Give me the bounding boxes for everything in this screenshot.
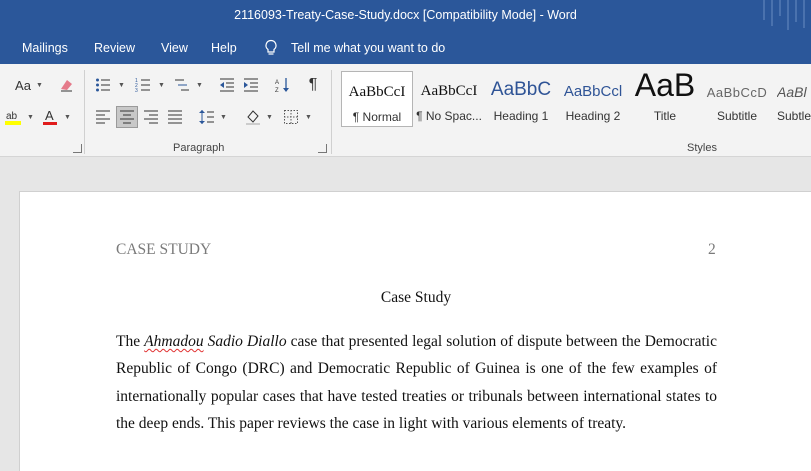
style-name: ¶ No Spac... <box>416 109 482 123</box>
borders-icon[interactable] <box>280 106 302 128</box>
paragraph-lead: The <box>116 333 145 350</box>
style-name: ¶ Normal <box>352 110 402 124</box>
justify-icon[interactable] <box>164 106 186 128</box>
style-subtle-emphasis[interactable]: AaBl Subtle <box>773 71 811 127</box>
style-preview: AaBbC <box>490 79 552 100</box>
style-subtitle[interactable]: AaBbCcD Subtitle <box>701 71 773 127</box>
style-preview: AaBbCcI <box>348 84 406 100</box>
chevron-down-icon[interactable]: ▼ <box>64 114 71 121</box>
svg-text:ab: ab <box>6 111 18 122</box>
style-preview: AaB <box>634 67 696 103</box>
highlight-color-icon[interactable]: ab <box>2 106 24 128</box>
svg-text:3: 3 <box>135 88 138 93</box>
chevron-down-icon[interactable]: ▼ <box>118 82 125 89</box>
tab-help[interactable]: Help <box>211 41 237 55</box>
show-formatting-marks-icon[interactable]: ¶ <box>302 74 324 96</box>
style-preview: AaBbCcI <box>420 83 478 99</box>
page-number: 2 <box>708 241 716 258</box>
font-color-icon[interactable]: A <box>39 106 61 128</box>
styles-group-label: Styles <box>687 142 717 154</box>
document-title[interactable]: Case Study <box>116 289 716 307</box>
chevron-down-icon[interactable]: ▼ <box>305 114 312 121</box>
italic-name: Sadio Diallo <box>203 333 287 350</box>
tab-review[interactable]: Review <box>94 41 135 55</box>
decrease-indent-icon[interactable] <box>216 74 238 96</box>
chevron-down-icon[interactable]: ▼ <box>158 82 165 89</box>
style-name: Heading 2 <box>565 109 621 123</box>
font-dialog-launcher-icon[interactable] <box>73 144 82 153</box>
align-right-icon[interactable] <box>140 106 162 128</box>
shading-icon[interactable] <box>242 106 264 128</box>
paragraph-group-label: Paragraph <box>173 142 225 154</box>
style-preview: AaBbCcD <box>706 85 768 100</box>
svg-text:A: A <box>45 108 54 123</box>
align-center-icon[interactable] <box>116 106 138 128</box>
page-header: CASE STUDY <box>116 241 212 258</box>
line-spacing-icon[interactable] <box>196 106 218 128</box>
style-heading-1[interactable]: AaBbC Heading 1 <box>485 71 557 127</box>
chevron-down-icon[interactable]: ▼ <box>36 82 43 89</box>
paragraph-dialog-launcher-icon[interactable] <box>318 144 327 153</box>
style-preview: AaBbCcl <box>563 83 623 100</box>
change-case-button[interactable]: Aa <box>10 74 36 96</box>
style-preview: AaBl <box>777 84 807 100</box>
window-title: 2116093-Treaty-Case-Study.docx [Compatib… <box>234 8 577 22</box>
style-name: Title <box>653 109 677 123</box>
chevron-down-icon[interactable]: ▼ <box>196 82 203 89</box>
spelling-flagged-word: Ahmadou <box>144 333 204 350</box>
style-name: Heading 1 <box>493 109 549 123</box>
document-area[interactable]: CASE STUDY 2 Case Study The Ahmadou Sadi… <box>0 158 811 471</box>
align-left-icon[interactable] <box>92 106 114 128</box>
group-separator <box>331 70 332 154</box>
tab-view[interactable]: View <box>161 41 188 55</box>
svg-text:A: A <box>275 80 279 86</box>
svg-text:Z: Z <box>275 88 279 93</box>
style-no-spacing[interactable]: AaBbCcI ¶ No Spac... <box>413 71 485 127</box>
decorative-pattern-icon <box>763 0 805 30</box>
body-paragraph[interactable]: The Ahmadou Sadio Diallo case that prese… <box>116 328 717 437</box>
bullets-icon[interactable] <box>92 74 114 96</box>
chevron-down-icon[interactable]: ▼ <box>266 114 273 121</box>
chevron-down-icon[interactable]: ▼ <box>27 114 34 121</box>
chevron-down-icon[interactable]: ▼ <box>220 114 227 121</box>
group-separator <box>84 70 85 154</box>
ribbon-tab-bar: Mailings Review View Help Tell me what y… <box>0 33 811 64</box>
tab-mailings[interactable]: Mailings <box>22 41 68 55</box>
increase-indent-icon[interactable] <box>240 74 262 96</box>
style-name: Subtle <box>777 109 811 123</box>
numbering-icon[interactable]: 123 <box>132 74 154 96</box>
sort-icon[interactable]: AZ <box>272 74 294 96</box>
ribbon: Aa ▼ ab ▼ A ▼ ▼ 123 ▼ ▼ AZ ¶ ▼ ▼ ▼ Parag… <box>0 64 811 157</box>
styles-gallery: AaBbCcI ¶ Normal AaBbCcI ¶ No Spac... Aa… <box>341 67 811 127</box>
tell-me-search[interactable]: Tell me what you want to do <box>291 41 445 55</box>
clear-formatting-icon[interactable] <box>55 74 77 96</box>
style-heading-2[interactable]: AaBbCcl Heading 2 <box>557 71 629 127</box>
document-page[interactable]: CASE STUDY 2 Case Study The Ahmadou Sadi… <box>19 191 811 471</box>
style-normal[interactable]: AaBbCcI ¶ Normal <box>341 71 413 127</box>
style-title[interactable]: AaB Title <box>629 67 701 127</box>
lightbulb-icon <box>265 39 277 55</box>
style-name: Subtitle <box>716 109 758 123</box>
title-bar: 2116093-Treaty-Case-Study.docx [Compatib… <box>0 0 811 33</box>
multilevel-list-icon[interactable] <box>171 74 193 96</box>
